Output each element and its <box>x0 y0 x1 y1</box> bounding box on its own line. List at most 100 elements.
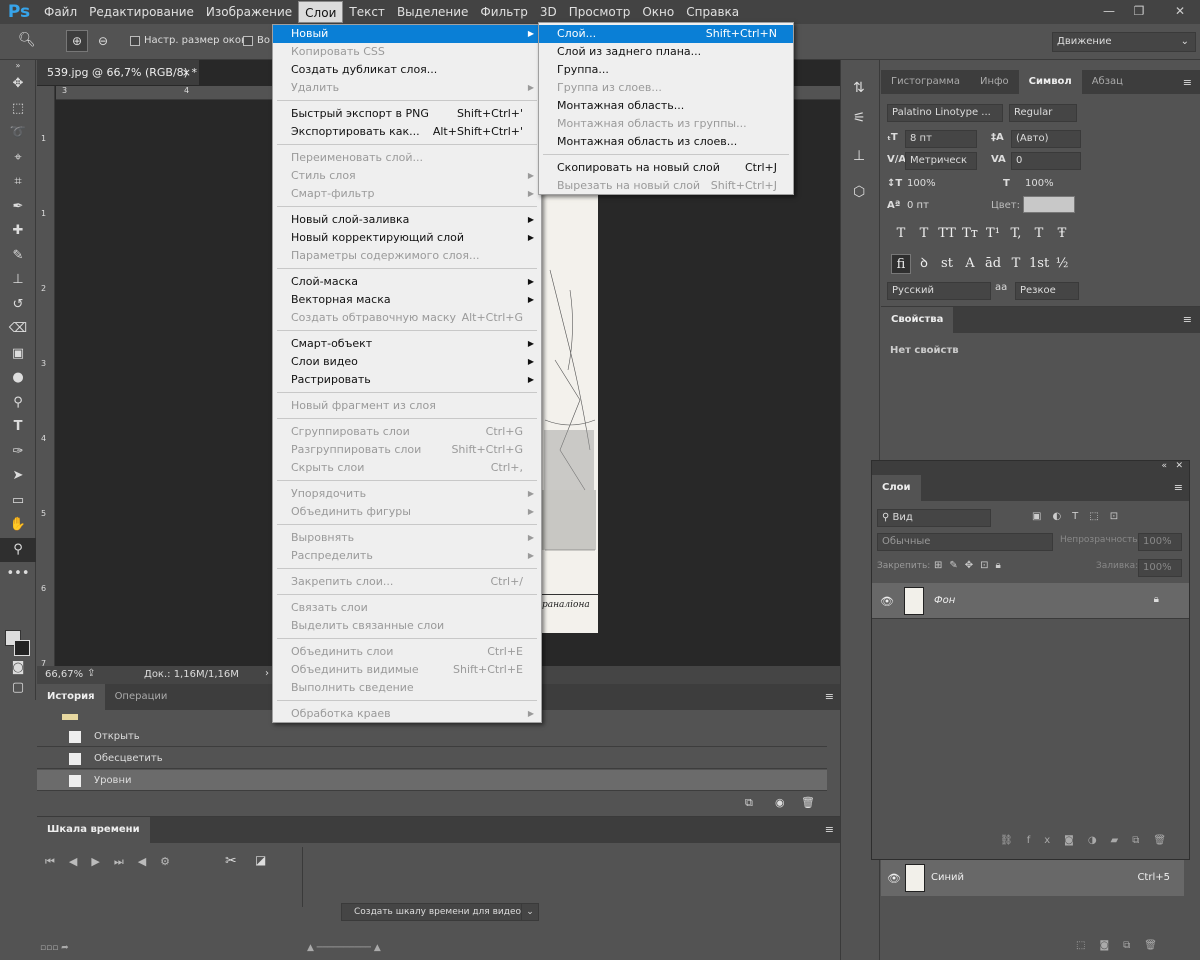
menu-option[interactable]: Создать дубликат слоя... <box>273 61 541 79</box>
menu-option[interactable]: Векторная маска ▶ <box>273 291 541 309</box>
transition-icon[interactable]: ◪ <box>255 853 266 867</box>
kerning-field[interactable]: Метрическ <box>905 152 977 170</box>
eyedropper-tool-icon[interactable]: ✒ <box>0 195 36 220</box>
extra-checkbox[interactable] <box>243 36 253 46</box>
menu-option[interactable]: Слой из заднего плана... <box>539 43 793 61</box>
scissors-icon[interactable]: ✂ <box>225 853 237 869</box>
type-tool-icon[interactable]: T <box>0 415 36 440</box>
brush-tool-icon[interactable]: ✎ <box>0 244 36 269</box>
zoom-tool-icon[interactable]: ⚲ <box>0 537 36 562</box>
menu-item[interactable]: Справка <box>680 1 745 23</box>
minimize-icon[interactable]: — <box>1098 0 1120 22</box>
font-style-select[interactable]: Regular <box>1009 104 1077 122</box>
adjustments-icon[interactable]: ⇅ <box>853 80 865 96</box>
language-select[interactable]: Русский <box>887 282 991 300</box>
menu-option[interactable]: Слой-маска ▶ <box>273 273 541 291</box>
camera-icon[interactable]: ◉ <box>775 796 785 809</box>
panel-menu-icon[interactable]: ≡ <box>1183 76 1192 89</box>
timeline-footer-icons[interactable]: ▫▫▫ ➦ <box>40 943 69 953</box>
export-icon[interactable]: ⇪ <box>87 668 95 679</box>
menu-item[interactable]: Выделение <box>391 1 474 23</box>
opentype-button[interactable]: ½ <box>1052 254 1072 274</box>
leading-field[interactable]: (Авто) <box>1011 130 1081 148</box>
document-tab[interactable]: 539.jpg @ 66,7% (RGB/8) * × <box>37 60 199 85</box>
history-item[interactable]: Открыть <box>37 726 827 747</box>
style-button[interactable]: Ŧ <box>1052 224 1072 244</box>
more-tools-icon[interactable]: ••• <box>0 562 36 587</box>
stamp-icon[interactable]: ⊥ <box>853 148 865 164</box>
panel-menu-icon[interactable]: ≡ <box>1174 481 1183 494</box>
shape-tool-icon[interactable]: ▭ <box>0 489 36 514</box>
tab-actions[interactable]: Операции <box>105 684 178 710</box>
pen-tool-icon[interactable]: ✑ <box>0 440 36 465</box>
layer-row[interactable]: 👁︎ Фон 🔒︎ <box>872 583 1189 619</box>
menu-option[interactable]: Монтажная область из слоев... <box>539 133 793 151</box>
antialias-select[interactable]: Резкое <box>1015 282 1079 300</box>
zoom-tool-icon[interactable]: 🔍︎ <box>18 32 36 48</box>
menu-item[interactable]: Просмотр <box>563 1 637 23</box>
menu-option[interactable]: Смарт-объект ▶ <box>273 335 541 353</box>
opentype-button[interactable]: fi <box>891 254 911 274</box>
menu-item[interactable]: Редактирование <box>83 1 200 23</box>
blend-mode-select[interactable]: Обычные <box>877 533 1053 551</box>
menu-option[interactable]: Скопировать на новый слой Ctrl+J <box>539 159 793 177</box>
menu-option[interactable]: Слой... Shift+Ctrl+N <box>539 25 793 43</box>
layers-footer-icons[interactable]: ⛓fx◙◑▰⧉🗑︎ <box>1000 835 1180 846</box>
style-button[interactable]: T <box>1029 224 1049 244</box>
eye-icon[interactable]: 👁︎ <box>880 595 894 608</box>
blur-tool-icon[interactable]: ● <box>0 366 36 391</box>
tab-character[interactable]: Символ <box>1018 70 1082 94</box>
panel-menu-icon[interactable]: ≡ <box>825 823 834 836</box>
menu-item[interactable]: Фильтр <box>474 1 533 23</box>
history-item-selected[interactable]: Уровни <box>37 770 827 791</box>
menu-item[interactable]: Слои <box>298 1 344 23</box>
marquee-tool-icon[interactable]: ⬚ <box>0 97 36 122</box>
tab-info[interactable]: Инфо <box>970 70 1019 94</box>
style-button[interactable]: T <box>891 224 911 244</box>
opentype-button[interactable]: 1st <box>1029 254 1049 274</box>
menu-option[interactable]: Слои видео ▶ <box>273 353 541 371</box>
channels-footer-icons[interactable]: ⬚◙⧉🗑︎ <box>1076 940 1171 951</box>
menu-item[interactable]: Файл <box>38 1 83 23</box>
close-icon[interactable]: ✕ <box>1175 461 1183 471</box>
history-item[interactable]: Обесцветить <box>37 748 827 769</box>
menu-item[interactable]: Текст <box>343 1 391 23</box>
cube-icon[interactable]: ⬡ <box>853 184 865 200</box>
menu-item[interactable]: 3D <box>534 1 563 23</box>
tab-timeline[interactable]: Шкала времени <box>37 817 150 843</box>
tab-paragraph[interactable]: Абзац <box>1082 70 1133 94</box>
opacity-field[interactable]: 100% <box>1138 533 1182 551</box>
tab-properties[interactable]: Свойства <box>881 307 954 333</box>
move-tool-icon[interactable]: ✥ <box>0 72 36 97</box>
hand-tool-icon[interactable]: ✋ <box>0 513 36 538</box>
workspace-select[interactable]: Движение ⌄ <box>1052 32 1196 52</box>
quick-select-tool-icon[interactable]: ⌖ <box>0 146 36 171</box>
collapse-icon[interactable]: » <box>0 60 36 72</box>
panel-menu-icon[interactable]: ≡ <box>1183 313 1192 326</box>
menu-option[interactable]: Быстрый экспорт в PNG Shift+Ctrl+' <box>273 105 541 123</box>
chevron-down-icon[interactable]: ⌄ <box>521 903 539 921</box>
style-button[interactable]: TT <box>937 224 957 244</box>
healing-tool-icon[interactable]: ✚ <box>0 219 36 244</box>
dodge-tool-icon[interactable]: ⚲ <box>0 391 36 416</box>
horizontal-scale-value[interactable]: 100% <box>1025 178 1054 189</box>
baseline-value[interactable]: 0 пт <box>907 200 929 211</box>
close-tab-icon[interactable]: × <box>182 60 191 85</box>
history-brush-icon[interactable]: ↺ <box>0 293 36 318</box>
layer-name[interactable]: Фон <box>934 595 955 606</box>
text-color-swatch[interactable] <box>1023 196 1075 213</box>
path-select-icon[interactable]: ➤ <box>0 464 36 489</box>
panel-menu-icon[interactable]: ≡ <box>825 690 834 703</box>
font-size-field[interactable]: 8 пт <box>905 130 977 148</box>
opentype-button[interactable]: T <box>1006 254 1026 274</box>
font-family-select[interactable]: Palatino Linotype ... <box>887 104 1003 122</box>
layer-filter-icons[interactable]: ▣◐T⬚⊡ <box>1032 511 1129 522</box>
fill-field[interactable]: 100% <box>1138 559 1182 577</box>
zoom-in-icon[interactable]: ⊕ <box>66 30 88 52</box>
timeline-controls[interactable]: ⏮◀▶⏭◀⚙ <box>45 855 184 869</box>
gradient-tool-icon[interactable]: ▣ <box>0 342 36 367</box>
eraser-tool-icon[interactable]: ⌫ <box>0 317 36 342</box>
menu-option[interactable]: Новый корректирующий слой ▶ <box>273 229 541 247</box>
opentype-button[interactable]: A <box>960 254 980 274</box>
style-button[interactable]: T <box>914 224 934 244</box>
